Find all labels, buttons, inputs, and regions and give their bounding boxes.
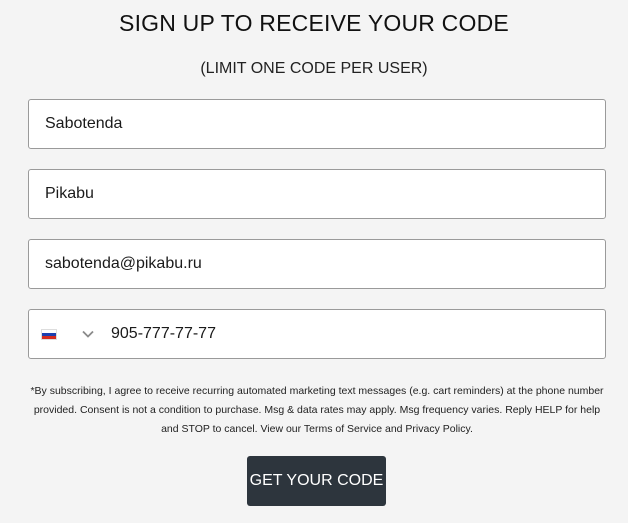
phone-field-container [28,309,606,359]
russia-flag-icon [41,329,57,340]
country-code-select[interactable] [29,310,104,358]
privacy-policy-link[interactable]: Privacy Policy [405,423,470,435]
email-field-container [28,239,606,289]
page-subtitle: (LIMIT ONE CODE PER USER) [200,60,428,77]
get-your-code-button[interactable]: GET YOUR CODE [247,456,386,506]
sms-consent-disclaimer: *By subscribing, I agree to receive recu… [30,382,604,439]
last-name-field-container [28,169,606,219]
phone-input-wrap [95,310,595,358]
page-title: SIGN UP TO RECEIVE YOUR CODE [119,10,509,36]
first-name-field-container [28,99,606,149]
email-field[interactable] [29,240,605,288]
first-name-field[interactable] [29,100,605,148]
disclaimer-and: and [382,423,406,435]
last-name-field[interactable] [29,170,605,218]
phone-field[interactable] [95,310,595,358]
terms-of-service-link[interactable]: Terms of Service [304,423,382,435]
chevron-down-icon [82,330,94,338]
disclaimer-end: . [470,423,473,435]
